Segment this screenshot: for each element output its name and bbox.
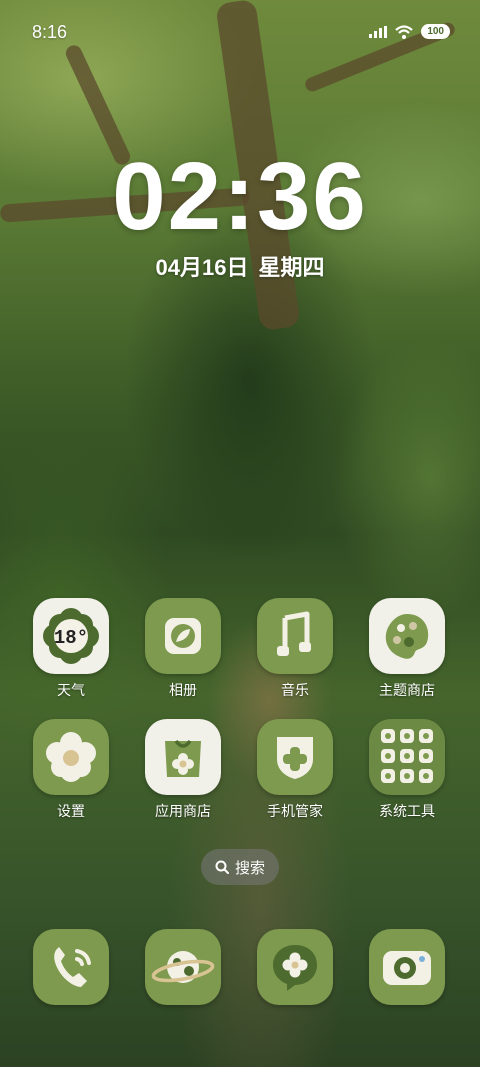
weather-temp: 18° [54, 627, 88, 649]
search-label: 搜索 [234, 859, 265, 877]
app-gallery[interactable]: 相册 [128, 598, 238, 708]
dock-messages[interactable] [240, 929, 350, 1039]
phone-icon [33, 929, 109, 1005]
security-icon [257, 719, 333, 795]
app-security[interactable]: 手机管家 [240, 719, 350, 829]
app-label: 手机管家 [267, 803, 323, 819]
camera-icon [369, 929, 445, 1005]
dock-camera[interactable] [352, 929, 462, 1039]
app-system-tools-folder[interactable]: 系统工具 [352, 719, 462, 829]
search-button[interactable]: 搜索 [201, 849, 279, 885]
app-label: 应用商店 [155, 803, 211, 819]
dock-browser[interactable] [128, 929, 238, 1039]
weekday-text: 星期四 [258, 255, 325, 280]
status-time: 8:16 [32, 22, 68, 42]
messages-icon [257, 929, 333, 1005]
browser-planet-icon [145, 929, 221, 1005]
status-bar: 8:16 100 [0, 0, 480, 68]
gallery-icon [145, 598, 221, 674]
app-label: 相册 [169, 682, 197, 698]
app-store-icon [145, 719, 221, 795]
app-app-store[interactable]: 应用商店 [128, 719, 238, 829]
app-label: 音乐 [281, 682, 309, 698]
status-icons: 100 [369, 24, 450, 39]
app-label: 主题商店 [379, 682, 435, 698]
battery-icon: 100 [421, 24, 450, 39]
app-theme-store[interactable]: 主题商店 [352, 598, 462, 708]
search-icon [215, 860, 229, 874]
clock-date: 04月16日 星期四 [0, 250, 480, 282]
wifi-icon [395, 24, 414, 39]
theme-store-icon [369, 598, 445, 674]
music-icon [257, 598, 333, 674]
weather-icon: 18° [33, 598, 109, 674]
app-label: 系统工具 [379, 803, 435, 819]
app-weather[interactable]: 18° 天气 [16, 598, 126, 708]
lock-clock[interactable]: 02:36 [0, 142, 480, 252]
settings-icon [33, 719, 109, 795]
system-tools-folder-icon [369, 719, 445, 795]
signal-icon [369, 25, 388, 38]
dock-phone[interactable] [16, 929, 126, 1039]
date-text: 04月16日 [155, 255, 249, 280]
app-label: 设置 [57, 803, 85, 819]
app-label: 天气 [57, 682, 85, 698]
app-music[interactable]: 音乐 [240, 598, 350, 708]
app-settings[interactable]: 设置 [16, 719, 126, 829]
